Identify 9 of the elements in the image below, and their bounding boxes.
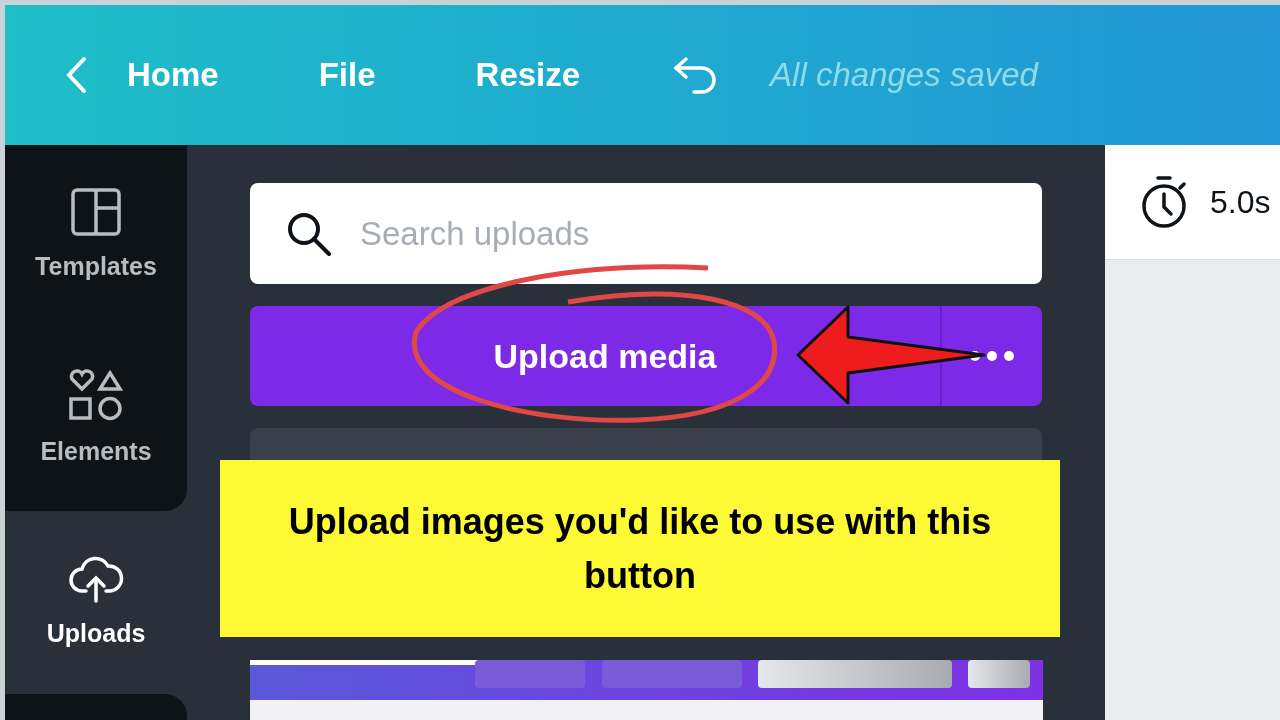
layout-icon — [71, 187, 121, 236]
save-status: All changes saved — [770, 55, 1038, 96]
search-field[interactable]: Search uploads — [250, 183, 1042, 284]
sidebar-tab[interactable]: Elements — [5, 328, 187, 511]
callout-text: Upload images you'd like to use with this button — [287, 499, 993, 598]
back-chevron-icon — [65, 56, 87, 94]
duration-label: 5.0s — [1210, 183, 1271, 222]
sidebar-tab[interactable]: Templates — [5, 145, 187, 328]
shapes-icon — [68, 368, 124, 421]
